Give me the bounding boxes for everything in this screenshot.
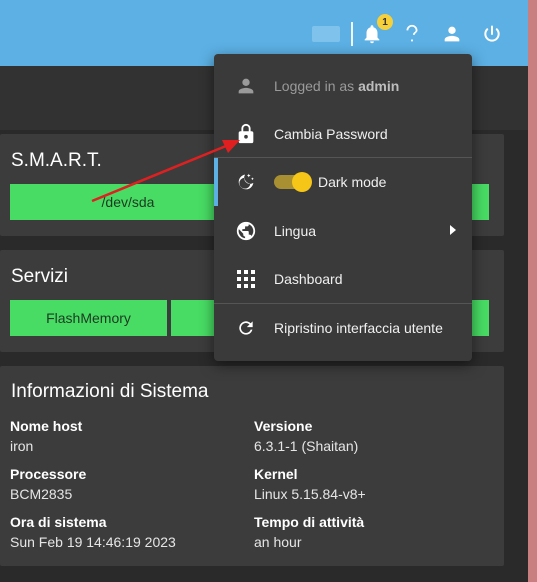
service-flashmemory-button[interactable]: FlashMemory: [10, 300, 167, 336]
globe-icon: [234, 219, 258, 243]
user-menu: Logged in as admin Cambia Password Dark …: [214, 54, 472, 361]
services-title: Servizi: [11, 266, 69, 287]
dark-mode-toggle-knob: [292, 172, 312, 192]
kernel-label: Kernel: [254, 466, 298, 482]
user-icon: [444, 26, 460, 42]
moon-stars-icon: [234, 170, 258, 194]
account-icon: [234, 74, 258, 98]
uptime-value: an hour: [254, 534, 302, 550]
apps-grid-icon: [234, 267, 258, 291]
power-button[interactable]: [478, 20, 506, 48]
dark-mode-item[interactable]: Dark mode: [214, 158, 472, 206]
help-icon: [406, 24, 418, 42]
logged-in-text: Logged in as admin: [274, 78, 399, 94]
user-button[interactable]: [438, 20, 466, 48]
processor-value: BCM2835: [10, 486, 73, 502]
device-sda-button[interactable]: /dev/sda: [10, 184, 246, 220]
refresh-icon: [234, 316, 258, 340]
system-info-title: Informazioni di Sistema: [11, 381, 209, 402]
system-time-label: Ora di sistema: [10, 514, 107, 530]
active-indicator: [214, 158, 218, 206]
device-extra-button[interactable]: [472, 184, 489, 220]
system-info-card: Informazioni di Sistema Nome host iron V…: [0, 366, 504, 566]
hostname-value: iron: [10, 438, 34, 454]
change-password-item[interactable]: Cambia Password: [214, 110, 472, 158]
uptime-label: Tempo di attività: [254, 514, 365, 530]
smart-title: S.M.A.R.T.: [11, 150, 102, 171]
language-label: Lingua: [274, 223, 317, 239]
power-icon: [484, 25, 500, 42]
dark-mode-label: Dark mode: [318, 174, 387, 190]
hostname-label: Nome host: [10, 418, 83, 434]
lock-icon: [234, 122, 258, 146]
workbench-indicator[interactable]: [312, 26, 340, 42]
version-label: Versione: [254, 418, 313, 434]
change-password-label: Cambia Password: [274, 126, 388, 142]
system-time-value: Sun Feb 19 14:46:19 2023: [10, 534, 176, 550]
toolbar-divider: [351, 22, 353, 46]
reset-ui-item[interactable]: Ripristino interfaccia utente: [214, 304, 472, 352]
language-item[interactable]: Lingua: [214, 207, 472, 255]
window-edge: [528, 0, 537, 582]
help-button[interactable]: [398, 20, 426, 48]
service-button-3[interactable]: [472, 300, 489, 336]
processor-label: Processore: [10, 466, 87, 482]
reset-ui-label: Ripristino interfaccia utente: [274, 320, 443, 336]
logged-in-prefix: Logged in as: [274, 78, 355, 94]
version-value: 6.3.1-1 (Shaitan): [254, 438, 359, 454]
logged-in-username: admin: [358, 78, 400, 94]
notification-badge: 1: [377, 14, 393, 30]
dashboard-label: Dashboard: [274, 271, 343, 287]
kernel-value: Linux 5.15.84-v8+: [254, 486, 366, 502]
dashboard-item[interactable]: Dashboard: [214, 255, 472, 303]
chevron-right-icon: [450, 225, 456, 235]
logged-in-info: Logged in as admin: [214, 62, 472, 110]
